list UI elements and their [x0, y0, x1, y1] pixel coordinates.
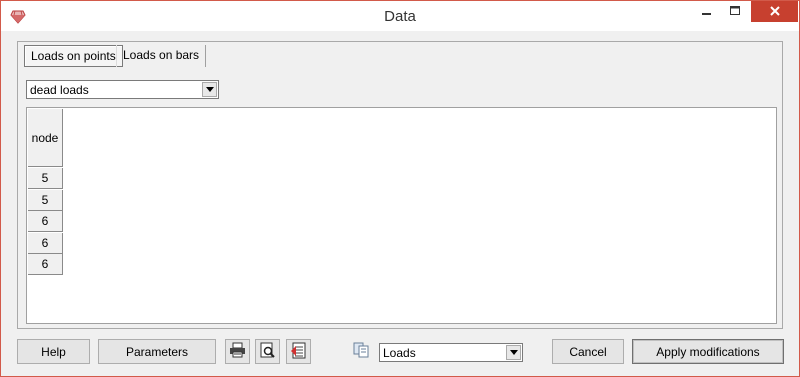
load-case-select[interactable]: dead loads — [26, 80, 219, 99]
table-row[interactable]: 6 — [28, 211, 63, 232]
table-row[interactable]: 5 — [28, 190, 63, 211]
view-select[interactable]: Loads — [379, 343, 523, 362]
close-icon — [769, 5, 780, 19]
print-button[interactable] — [225, 339, 250, 364]
parameters-button-label: Parameters — [125, 344, 189, 359]
chevron-down-icon[interactable] — [506, 345, 521, 360]
title-bar: Data — [1, 1, 799, 31]
cancel-button-label: Cancel — [569, 344, 607, 359]
report-button[interactable] — [286, 339, 311, 364]
view-select-value: Loads — [383, 346, 416, 360]
report-icon — [290, 342, 307, 362]
data-dialog: Data Loads on points Loads on bars dead … — [0, 0, 800, 377]
minimize-button[interactable] — [693, 1, 721, 22]
maximize-button[interactable] — [721, 1, 749, 22]
table-row[interactable]: 6 — [28, 254, 63, 275]
copy-icon — [353, 342, 369, 361]
chevron-down-icon[interactable] — [202, 82, 217, 97]
table-row[interactable]: 5 — [28, 168, 63, 189]
printer-icon — [229, 342, 246, 361]
print-preview-button[interactable] — [255, 339, 280, 364]
window-title: Data — [384, 8, 416, 25]
help-button[interactable]: Help — [17, 339, 90, 364]
copy-button[interactable] — [348, 339, 373, 364]
loads-table[interactable]: node 5 5 6 6 6 — [26, 107, 777, 324]
load-case-value: dead loads — [30, 83, 89, 97]
help-button-label: Help — [41, 344, 66, 359]
print-preview-icon — [259, 342, 276, 362]
maximize-icon — [729, 5, 741, 19]
minimize-icon — [702, 5, 712, 19]
cancel-button[interactable]: Cancel — [552, 339, 624, 364]
tab-loads-on-points[interactable]: Loads on points — [24, 45, 123, 67]
apply-button-label: Apply modifications — [656, 344, 760, 359]
parameters-button[interactable]: Parameters — [98, 339, 216, 364]
apply-modifications-button[interactable]: Apply modifications — [632, 339, 784, 364]
close-button[interactable] — [751, 1, 798, 22]
tab-loads-on-bars[interactable]: Loads on bars — [116, 45, 207, 67]
table-row[interactable]: 6 — [28, 233, 63, 254]
column-header-node[interactable]: node — [28, 109, 63, 167]
